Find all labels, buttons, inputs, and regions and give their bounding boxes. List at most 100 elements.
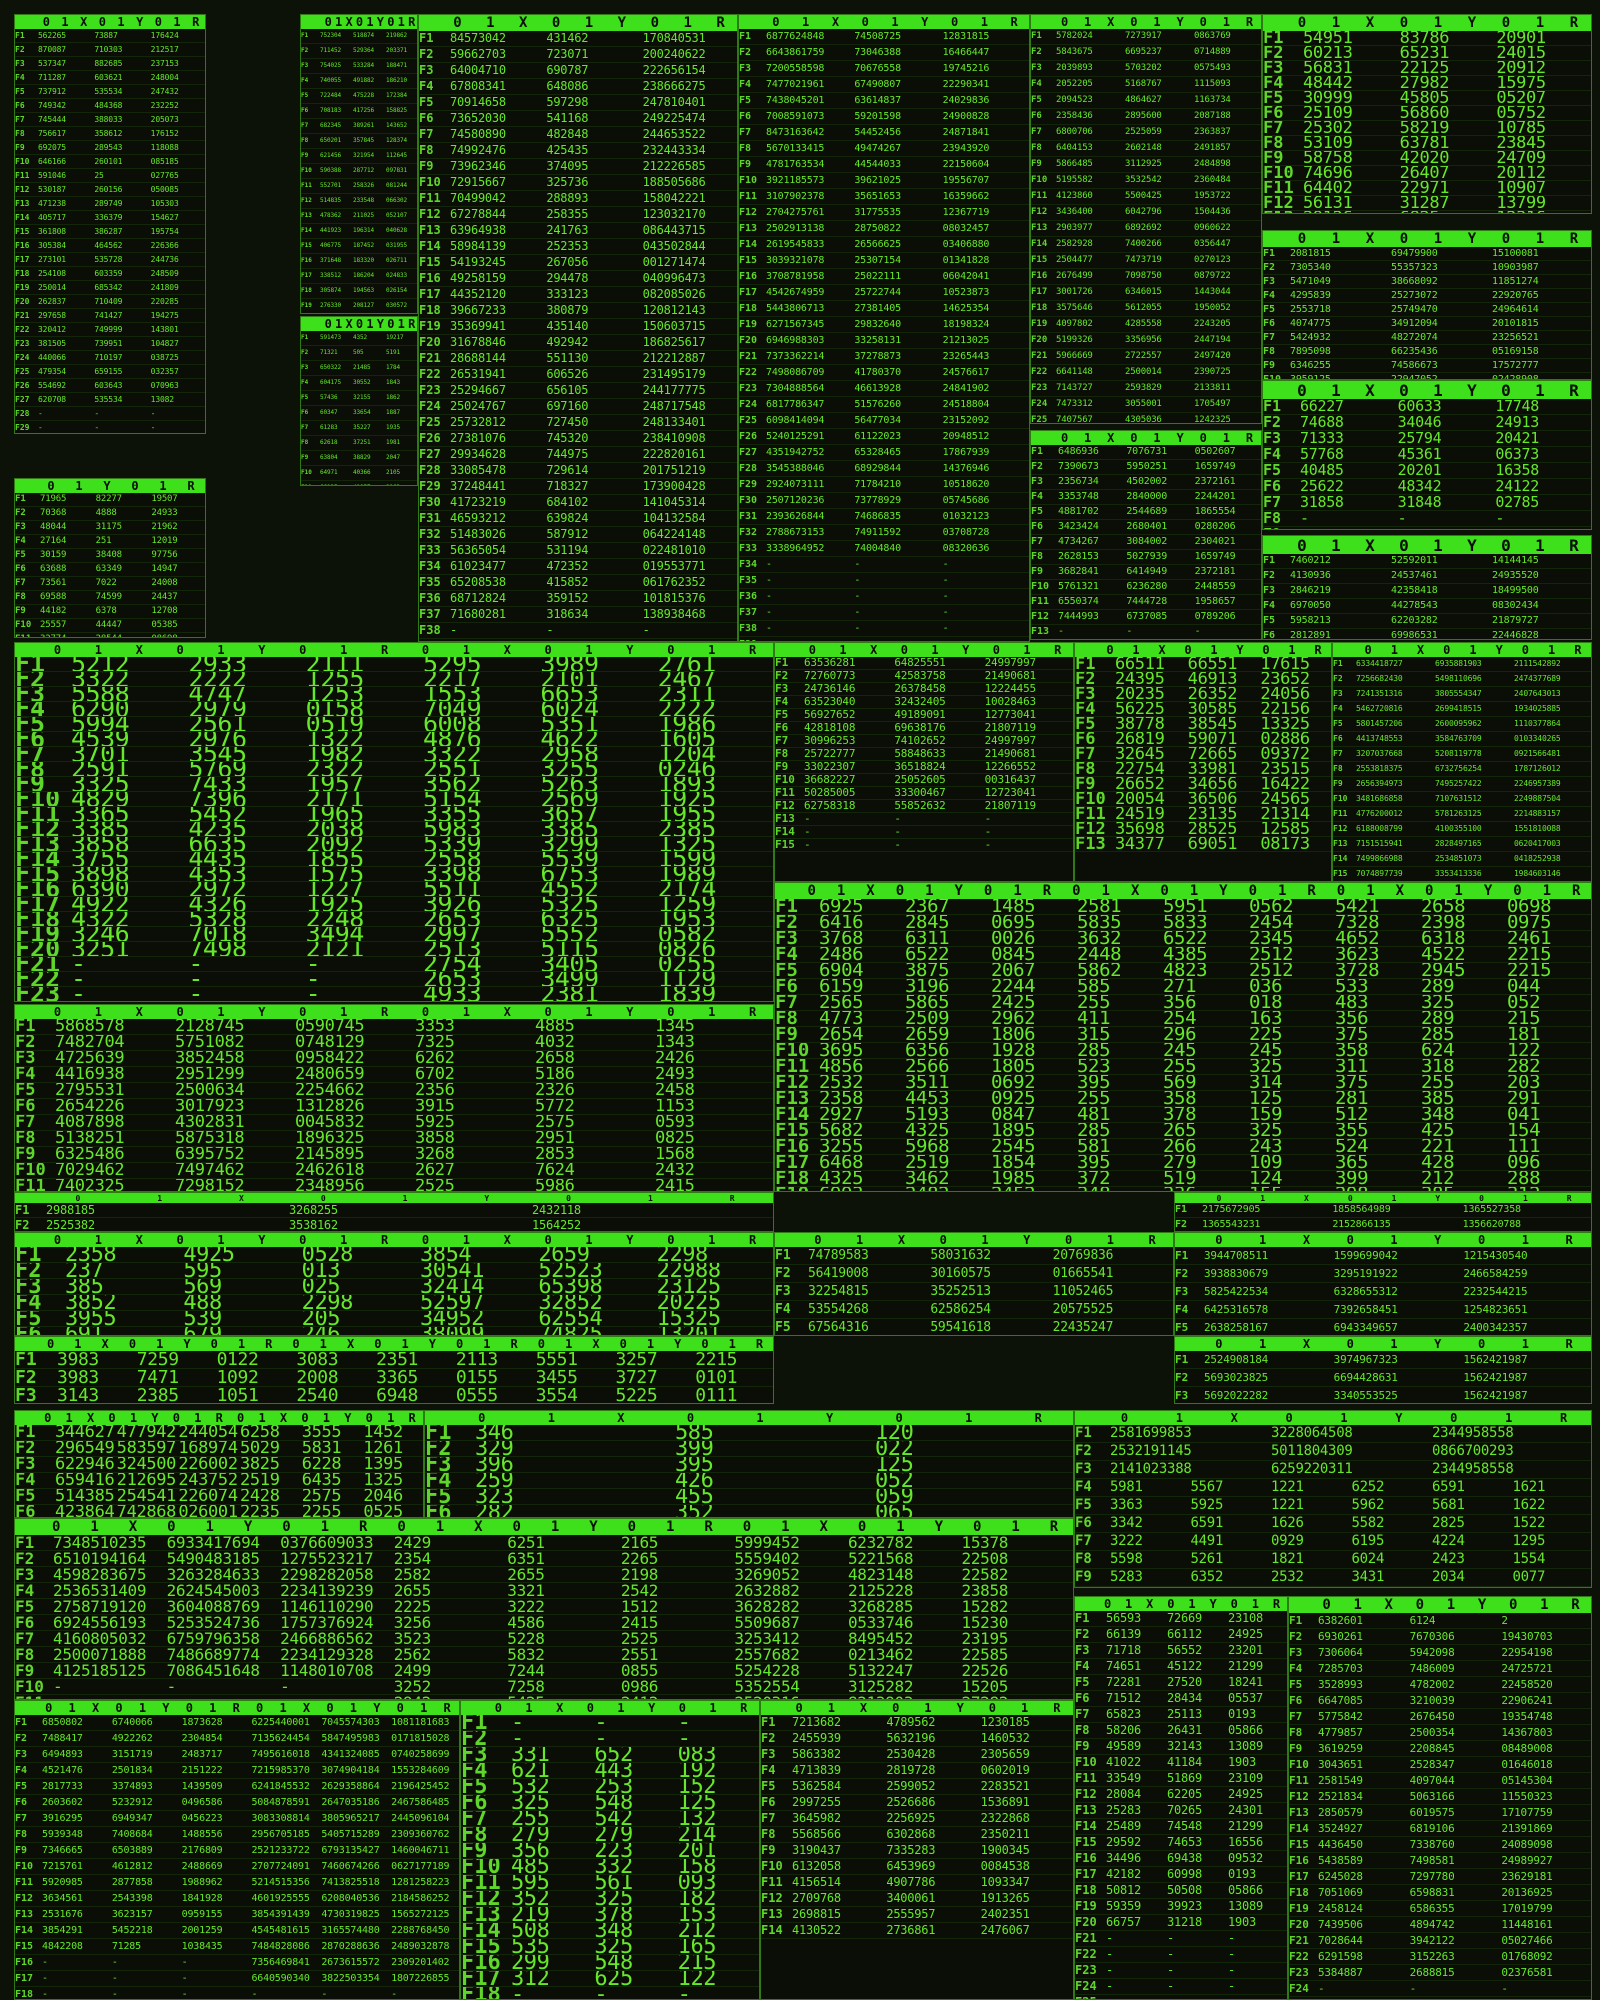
row-key: F10	[15, 792, 61, 807]
header-label: 0	[1216, 1193, 1222, 1203]
header-label: 0	[1346, 1233, 1354, 1247]
row-cell: 6468	[819, 1155, 864, 1170]
data-row: F15 4842208 71285 1038435 7484828086 28702886…	[15, 1939, 459, 1955]
row-cell: 2215	[1507, 963, 1552, 978]
data-row: F19 276330 208127 030572	[301, 299, 417, 313]
row-key: F9	[739, 159, 752, 170]
row-cell: 2499	[393, 1663, 432, 1678]
data-row: F6 282 352 065	[425, 1505, 1073, 1517]
row-key: F6	[301, 107, 309, 114]
row-cell: 7499866988	[1356, 854, 1403, 863]
row-cell: 7670306	[1409, 1630, 1455, 1643]
row-cell: 35227	[353, 424, 371, 431]
row-key: F4	[301, 77, 309, 84]
row-cell: 74548	[1167, 1819, 1202, 1833]
row-cell: 14625354	[942, 303, 990, 314]
data-row: F8 2553818375 6732756254 1787126012	[1333, 762, 1591, 777]
row-key: F8	[739, 143, 752, 154]
row-cell: 37251	[353, 439, 371, 446]
data-row: F3 754025 533284 188471	[301, 59, 417, 74]
header-label: R	[716, 15, 725, 31]
row-cell: 2152866135	[1332, 1219, 1391, 1230]
header-label: Y	[1395, 1411, 1403, 1425]
row-cell: 4779857	[1318, 1726, 1363, 1739]
row-cell: 6290	[69, 702, 186, 716]
row-cell: 220285	[150, 297, 179, 306]
row-cell: 1913265	[980, 1891, 1030, 1905]
data-row: F16 49258159 294478 040996473	[419, 271, 737, 287]
row-key: F14	[15, 852, 61, 867]
row-cell: 6892692	[1125, 223, 1162, 233]
row-cell: 6586355	[1409, 1902, 1455, 1915]
header-label: 1	[157, 1193, 163, 1203]
row-key: F20	[15, 297, 30, 306]
row-cell: 2845	[905, 915, 950, 930]
row-key: F8	[1075, 1551, 1092, 1567]
row-cell: 537347	[38, 59, 66, 68]
row-cell: 62618	[320, 439, 338, 446]
row-cell: 53109	[1303, 136, 1353, 150]
row-key: F22	[1031, 367, 1048, 377]
data-row: F19 2458124 6586355 17019799	[1289, 1901, 1591, 1917]
row-cell: 08489008	[1501, 1742, 1553, 1755]
row-key: F15	[15, 867, 61, 882]
row-cell: 1325	[656, 837, 773, 851]
row-cell: 4842208	[42, 1941, 83, 1952]
row-cell: 7444993	[1058, 611, 1099, 622]
row-cell: -	[42, 1989, 48, 2000]
row-cell: 411	[1077, 1011, 1111, 1026]
row-cell: 2255	[301, 1505, 342, 1518]
row-cell: 56860	[1399, 106, 1450, 120]
data-row: F10482973962171515425691925	[15, 792, 773, 807]
row-cell: 0575493	[1194, 63, 1231, 73]
row-cell: 2519	[905, 1155, 950, 1170]
row-cell: 6325	[538, 912, 655, 926]
row-key: F14	[419, 239, 441, 253]
row-cell: 737912	[38, 87, 66, 96]
row-cell: 66139	[1106, 1627, 1141, 1641]
row-cell: 288	[1507, 1171, 1541, 1186]
row-key: F12	[739, 207, 758, 218]
row-cell: -	[984, 813, 992, 825]
row-cell: 7258	[507, 1679, 545, 1694]
row-key: F5	[425, 1489, 452, 1505]
header-label: 1	[728, 1337, 736, 1351]
header-label: 1	[646, 1337, 655, 1351]
row-cell: 36506	[1187, 792, 1238, 806]
header-label: R	[215, 1411, 223, 1425]
header-label: 0	[292, 1337, 300, 1351]
row-key: F15	[1075, 1835, 1097, 1849]
row-cell: 6510194164	[53, 1551, 147, 1566]
row-cell: 1148010708	[280, 1663, 374, 1678]
header-label: 0	[678, 1701, 686, 1715]
header-label: Y	[1023, 1233, 1031, 1247]
row-cell: 6503889	[111, 1845, 153, 1856]
header-label: 0	[154, 15, 162, 29]
header-label: 1	[387, 1411, 395, 1425]
data-row: F9332574331957356252631893	[15, 777, 773, 792]
data-row: F38- - -	[419, 623, 737, 639]
data-row: F14 508 348 212	[461, 1923, 759, 1939]
row-cell: 320412	[38, 325, 66, 334]
row-cell: 165	[677, 1939, 717, 1954]
row-cell: 2659	[905, 1027, 950, 1042]
row-cell: -	[186, 957, 303, 971]
data-row: F2 6510194164 5490483185 1275523217 2354 6351…	[15, 1551, 1073, 1567]
row-cell: 7356469841	[251, 1957, 310, 1968]
header-label: 0	[355, 15, 364, 29]
row-cell: 031955	[386, 242, 407, 249]
row-cell: 4734267	[1058, 536, 1099, 547]
row-cell: -	[111, 1957, 118, 1968]
row-cell: 38408	[95, 550, 122, 560]
row-cell: 17572777	[1492, 360, 1539, 371]
row-cell: 33654	[353, 409, 371, 416]
data-row: F5 57436 32155 1862	[301, 391, 417, 406]
row-cell: 141045314	[642, 495, 706, 509]
row-cell: 6819106	[1409, 1822, 1455, 1835]
row-cell: 3338964952	[766, 543, 825, 554]
row-cell: 5983	[421, 822, 538, 836]
data-row: F3 2141023388 6259220311 2344958558	[1075, 1461, 1591, 1479]
row-cell: 83786	[1399, 31, 1450, 45]
row-cell: 6416	[819, 915, 864, 930]
data-row: F8 62618 37251 1981	[301, 436, 417, 451]
